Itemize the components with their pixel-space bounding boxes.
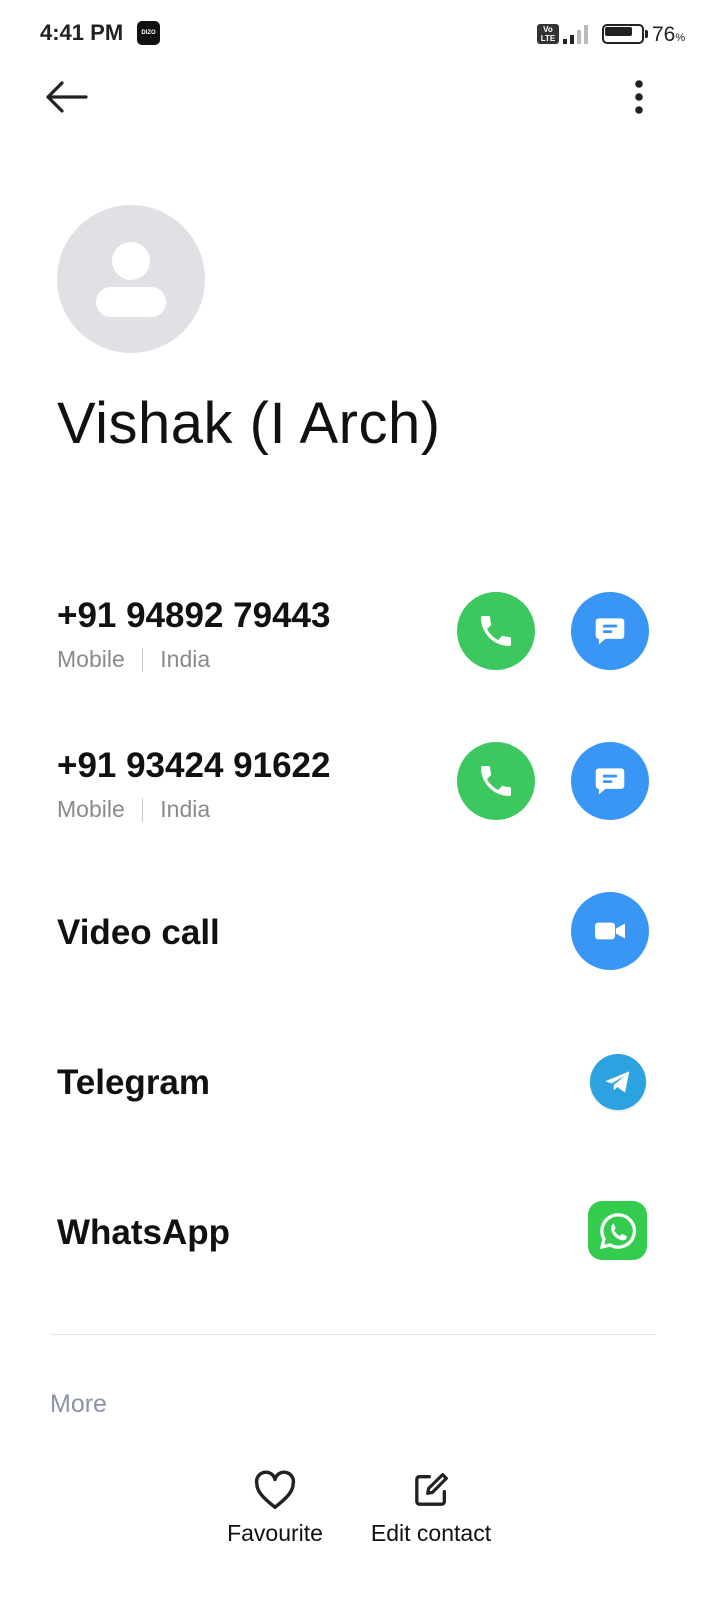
telegram-icon <box>605 1071 630 1093</box>
phone-row[interactable]: +91 93424 91622 Mobile India <box>57 746 657 836</box>
message-button[interactable] <box>571 592 649 670</box>
status-bar: 4:41 PM DIZO Vo LTE 76% <box>0 0 720 68</box>
phone-region: India <box>160 646 211 672</box>
signal-icon <box>563 25 588 44</box>
separator <box>141 647 144 672</box>
divider <box>50 1334 656 1335</box>
video-call-button[interactable] <box>571 892 649 970</box>
volte-top: Vo <box>543 25 553 34</box>
back-button[interactable] <box>40 72 94 122</box>
phone-region: India <box>160 796 211 822</box>
contact-name: Vishak (I Arch) <box>57 391 441 456</box>
phone-icon <box>481 766 511 796</box>
status-time: 4:41 PM <box>40 20 124 45</box>
arrow-left-icon <box>46 81 88 113</box>
more-link[interactable]: More <box>50 1390 107 1419</box>
heart-icon <box>254 1470 296 1509</box>
avatar <box>57 205 205 353</box>
video-call-label[interactable]: Video call <box>57 913 220 953</box>
phone-meta: Mobile India <box>57 646 210 673</box>
favourite-label: Favourite <box>227 1520 323 1546</box>
phone-type: Mobile <box>57 646 125 672</box>
telegram-button[interactable] <box>590 1054 646 1110</box>
person-icon <box>96 242 166 317</box>
phone-number: +91 94892 79443 <box>57 596 331 635</box>
phone-icon <box>481 616 511 646</box>
message-icon <box>595 768 625 795</box>
favourite-button[interactable]: Favourite <box>225 1470 325 1547</box>
phone-row[interactable]: +91 94892 79443 Mobile India <box>57 596 657 686</box>
whatsapp-label[interactable]: WhatsApp <box>57 1213 230 1253</box>
more-vertical-icon <box>635 80 643 114</box>
call-button[interactable] <box>457 592 535 670</box>
whatsapp-button[interactable] <box>588 1201 647 1260</box>
battery-percent: 76% <box>652 23 686 46</box>
call-button[interactable] <box>457 742 535 820</box>
message-icon <box>595 618 625 645</box>
volte-icon: Vo LTE <box>537 24 559 44</box>
app-notification-badge: DIZO <box>137 21 160 45</box>
whatsapp-icon <box>599 1212 636 1249</box>
edit-contact-button[interactable]: Edit contact <box>366 1470 496 1547</box>
more-options-button[interactable] <box>620 72 660 122</box>
message-button[interactable] <box>571 742 649 820</box>
video-camera-icon <box>595 922 625 940</box>
phone-meta: Mobile India <box>57 796 210 823</box>
edit-contact-label: Edit contact <box>370 1520 492 1546</box>
edit-icon <box>415 1473 448 1506</box>
phone-number: +91 93424 91622 <box>57 746 331 785</box>
telegram-label[interactable]: Telegram <box>57 1063 210 1103</box>
volte-bottom: LTE <box>540 34 556 43</box>
phone-type: Mobile <box>57 796 125 822</box>
separator <box>141 797 144 822</box>
